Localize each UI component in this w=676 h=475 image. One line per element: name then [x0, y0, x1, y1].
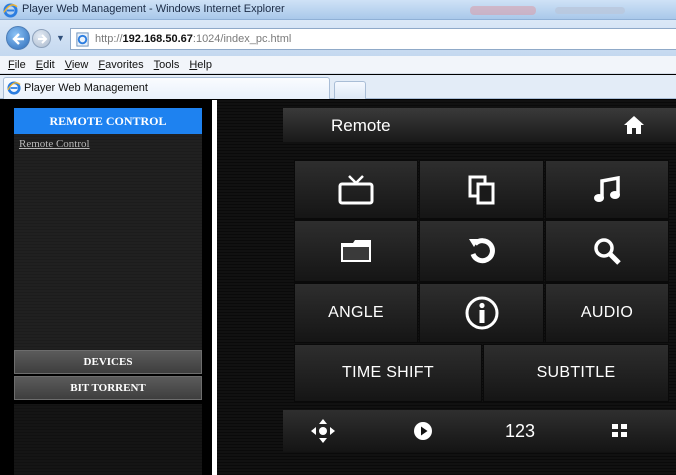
- sidebar-link-remote-control[interactable]: Remote Control: [19, 138, 90, 150]
- sidebar: REMOTE CONTROL Remote Control DEVICES BI…: [14, 108, 204, 475]
- numpad-button[interactable]: 123: [480, 410, 560, 452]
- sidebar-section-devices[interactable]: DEVICES: [14, 350, 202, 374]
- play-icon: [414, 422, 432, 440]
- new-tab-button[interactable]: [334, 81, 366, 99]
- audio-button[interactable]: AUDIO: [545, 283, 669, 343]
- tv-button[interactable]: [294, 160, 418, 219]
- dpad-button[interactable]: [283, 410, 363, 452]
- search-button[interactable]: [545, 220, 669, 282]
- remote-header: Remote: [283, 108, 676, 142]
- music-button[interactable]: [545, 160, 669, 219]
- tab-bar: Player Web Management: [0, 75, 676, 99]
- address-bar[interactable]: http://192.168.50.67:1024/index_pc.html: [70, 28, 676, 50]
- arrow-right-icon: [38, 34, 48, 44]
- page-content: REMOTE CONTROL Remote Control DEVICES BI…: [0, 100, 676, 475]
- angle-button[interactable]: ANGLE: [294, 283, 418, 343]
- menu-help[interactable]: Help: [185, 56, 218, 73]
- titlebar-blur: [470, 6, 536, 15]
- navigation-bar: ▼ http://192.168.50.67:1024/index_pc.htm…: [0, 20, 676, 56]
- time-shift-button[interactable]: TIME SHIFT: [294, 344, 482, 402]
- folder-icon: [341, 240, 371, 262]
- menu-file[interactable]: File: [4, 56, 32, 73]
- grid-icon: [612, 424, 627, 437]
- remote-bottom-bar: 123: [283, 410, 676, 452]
- subtitle-button[interactable]: SUBTITLE: [483, 344, 669, 402]
- grid-button[interactable]: [580, 410, 660, 452]
- menu-edit[interactable]: Edit: [32, 56, 61, 73]
- url-text[interactable]: http://192.168.50.67:1024/index_pc.html: [95, 33, 291, 45]
- copy-icon: [468, 175, 494, 204]
- dpad-icon: [311, 419, 335, 443]
- tab-player-web-management[interactable]: Player Web Management: [3, 77, 330, 99]
- play-button[interactable]: [383, 410, 463, 452]
- folder-button[interactable]: [294, 220, 418, 282]
- window-title: Player Web Management - Windows Internet…: [22, 3, 285, 15]
- music-icon: [594, 175, 620, 202]
- info-button[interactable]: [419, 283, 544, 343]
- sidebar-header-remote-control[interactable]: REMOTE CONTROL: [14, 108, 202, 134]
- copy-button[interactable]: [419, 160, 544, 219]
- menu-bar: File Edit View Favorites Tools Help: [0, 56, 676, 74]
- tab-label: Player Web Management: [24, 82, 148, 94]
- page-icon: [75, 32, 90, 52]
- sidebar-footer: [14, 404, 202, 475]
- titlebar-blur: [555, 7, 625, 14]
- menu-tools[interactable]: Tools: [150, 56, 186, 73]
- tv-icon: [338, 174, 374, 204]
- back-button[interactable]: [6, 26, 30, 50]
- ie-logo-icon: [7, 81, 21, 100]
- remote-panel: Remote ANGLE AUDIO TIME SHIFT SUBTITLE 1…: [217, 100, 676, 475]
- home-icon[interactable]: [623, 115, 645, 140]
- search-icon: [594, 238, 621, 265]
- info-icon: [465, 296, 498, 330]
- arrow-left-icon: [12, 33, 24, 45]
- sidebar-section-bit-torrent[interactable]: BIT TORRENT: [14, 376, 202, 400]
- remote-title: Remote: [331, 116, 391, 135]
- history-dropdown-icon[interactable]: ▼: [56, 33, 65, 43]
- refresh-icon: [468, 238, 495, 264]
- menu-favorites[interactable]: Favorites: [94, 56, 149, 73]
- forward-button[interactable]: [32, 29, 51, 48]
- menu-view[interactable]: View: [61, 56, 95, 73]
- sidebar-panel: [14, 134, 202, 350]
- refresh-button[interactable]: [419, 220, 544, 282]
- window-titlebar: Player Web Management - Windows Internet…: [0, 0, 676, 20]
